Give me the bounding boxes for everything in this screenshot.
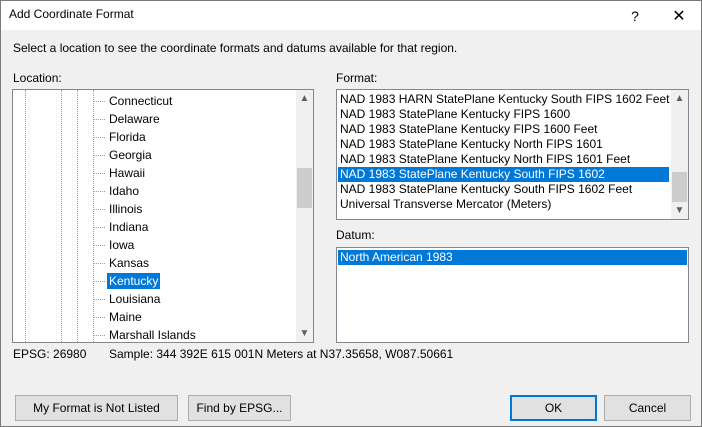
tree-connector: [93, 173, 105, 174]
location-tree[interactable]: Connecticut Delaware Florida Georgia Hawaii I…: [12, 89, 314, 343]
location-item[interactable]: Florida: [93, 128, 303, 146]
format-list-item[interactable]: NAD 1983 StatePlane Kentucky South FIPS …: [338, 167, 669, 182]
tree-connector: [93, 227, 105, 228]
chevron-up-icon[interactable]: ▲: [296, 90, 313, 107]
tree-connector: [93, 209, 105, 210]
location-item[interactable]: Georgia: [93, 146, 303, 164]
location-item[interactable]: Louisiana: [93, 290, 303, 308]
location-item-label: Kentucky: [107, 273, 161, 289]
tree-connector: [93, 281, 105, 282]
location-item-label: Illinois: [109, 202, 143, 216]
format-list[interactable]: NAD 1983 HARN StatePlane Kentucky South …: [336, 89, 689, 220]
tree-connector: [93, 155, 105, 156]
location-item-label: Idaho: [109, 184, 140, 198]
chevron-down-icon[interactable]: ▼: [671, 202, 688, 219]
format-list-item[interactable]: NAD 1983 StatePlane Kentucky South FIPS …: [338, 182, 669, 197]
format-list-item[interactable]: NAD 1983 StatePlane Kentucky North FIPS …: [338, 152, 669, 167]
location-item-label: Indiana: [109, 220, 149, 234]
location-item-label: Kansas: [109, 256, 150, 270]
tree-connector: [93, 335, 105, 336]
location-item-label: Georgia: [109, 148, 152, 162]
sample-coordinate: Sample: 344 392E 615 001N Meters at N37.…: [109, 347, 454, 361]
location-item-label: Delaware: [109, 112, 160, 126]
location-item[interactable]: Illinois: [93, 200, 303, 218]
location-item[interactable]: Hawaii: [93, 164, 303, 182]
epsg-code: EPSG: 26980: [13, 347, 87, 361]
datum-list-item[interactable]: North American 1983: [338, 250, 687, 265]
location-item-label: Marshall Islands: [109, 328, 196, 342]
tree-guide-line: [61, 90, 62, 342]
find-by-epsg-button[interactable]: Find by EPSG...: [188, 395, 291, 421]
location-item[interactable]: Connecticut: [93, 92, 303, 110]
format-list-item[interactable]: NAD 1983 StatePlane Kentucky FIPS 1600: [338, 107, 669, 122]
location-item-label: Connecticut: [109, 94, 173, 108]
help-button[interactable]: ?: [613, 1, 657, 30]
location-item[interactable]: Idaho: [93, 182, 303, 200]
tree-guide-line: [25, 90, 26, 342]
location-item[interactable]: Delaware: [93, 110, 303, 128]
location-item[interactable]: Maine: [93, 308, 303, 326]
location-item-label: Hawaii: [109, 166, 146, 180]
instructions-text: Select a location to see the coordinate …: [13, 41, 458, 55]
tree-connector: [93, 137, 105, 138]
location-item[interactable]: Kentucky: [93, 272, 303, 290]
add-coordinate-format-dialog: Add Coordinate Format ? ✕ Select a locat…: [0, 0, 702, 427]
location-item-label: Florida: [109, 130, 146, 144]
location-item[interactable]: Indiana: [93, 218, 303, 236]
scrollbar-thumb[interactable]: [297, 168, 312, 208]
ok-button[interactable]: OK: [510, 395, 597, 421]
tree-guide-line: [77, 90, 78, 342]
location-item-label: Iowa: [109, 238, 135, 252]
cancel-button[interactable]: Cancel: [604, 395, 691, 421]
location-item-label: Louisiana: [109, 292, 161, 306]
location-item[interactable]: Kansas: [93, 254, 303, 272]
tree-connector: [93, 263, 105, 264]
tree-connector: [93, 191, 105, 192]
location-item[interactable]: Iowa: [93, 236, 303, 254]
tree-connector: [93, 245, 105, 246]
location-label: Location:: [13, 71, 62, 85]
datum-list[interactable]: North American 1983: [336, 247, 689, 343]
my-format-not-listed-button[interactable]: My Format is Not Listed: [15, 395, 178, 421]
tree-connector: [93, 119, 105, 120]
location-item[interactable]: Marshall Islands: [93, 326, 303, 342]
tree-connector: [93, 101, 105, 102]
chevron-up-icon[interactable]: ▲: [671, 90, 688, 107]
tree-connector: [93, 317, 105, 318]
tree-connector: [93, 299, 105, 300]
format-list-item[interactable]: NAD 1983 StatePlane Kentucky FIPS 1600 F…: [338, 122, 669, 137]
format-list-item[interactable]: NAD 1983 StatePlane Kentucky North FIPS …: [338, 137, 669, 152]
dialog-title: Add Coordinate Format: [9, 7, 134, 21]
format-label: Format:: [336, 71, 378, 85]
scrollbar-thumb[interactable]: [672, 172, 687, 202]
location-scrollbar[interactable]: ▲ ▼: [296, 90, 313, 342]
title-bar: Add Coordinate Format ? ✕: [1, 1, 701, 30]
location-item-label: Maine: [109, 310, 142, 324]
format-scrollbar[interactable]: ▲ ▼: [671, 90, 688, 219]
format-list-item[interactable]: Universal Transverse Mercator (Meters): [338, 197, 669, 212]
format-list-item[interactable]: NAD 1983 HARN StatePlane Kentucky South …: [338, 92, 670, 107]
datum-label: Datum:: [336, 228, 375, 242]
close-button[interactable]: ✕: [657, 1, 701, 30]
chevron-down-icon[interactable]: ▼: [296, 325, 313, 342]
